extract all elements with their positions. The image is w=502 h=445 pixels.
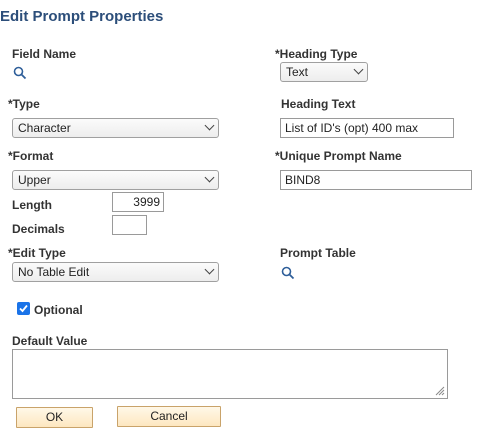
chevron-down-icon [353, 64, 364, 75]
heading-type-select[interactable]: Text [280, 62, 368, 82]
heading-text-input[interactable]: List of ID's (opt) 400 max [280, 118, 454, 138]
format-value: Upper [18, 173, 51, 187]
chevron-down-icon [204, 120, 215, 131]
chevron-down-icon [204, 264, 215, 275]
field-name-label: Field Name [12, 47, 77, 61]
edit-type-select[interactable]: No Table Edit [12, 262, 219, 282]
default-value-label: Default Value [12, 334, 88, 348]
type-select[interactable]: Character [12, 118, 219, 138]
prompt-table-lookup-icon[interactable] [281, 266, 295, 280]
unique-prompt-name-label: *Unique Prompt Name [275, 149, 402, 163]
ok-button[interactable]: OK [16, 407, 93, 428]
default-value-textarea[interactable] [12, 349, 448, 399]
heading-text-label: Heading Text [281, 97, 356, 111]
heading-type-label: *Heading Type [275, 47, 358, 61]
edit-type-label: *Edit Type [8, 246, 66, 260]
optional-label: Optional [34, 303, 83, 317]
checkmark-icon [19, 304, 28, 313]
edit-type-value: No Table Edit [18, 265, 90, 279]
type-label: *Type [8, 97, 40, 111]
length-label: Length [12, 198, 52, 212]
field-name-lookup-icon[interactable] [13, 66, 27, 80]
format-label: *Format [8, 149, 54, 163]
heading-type-value: Text [286, 65, 309, 79]
type-value: Character [18, 121, 71, 135]
dialog-title: Edit Prompt Properties [0, 8, 164, 25]
optional-checkbox[interactable] [17, 302, 30, 315]
resize-handle-icon[interactable] [435, 386, 445, 396]
unique-prompt-name-input[interactable]: BIND8 [280, 170, 472, 190]
chevron-down-icon [204, 172, 215, 183]
decimals-label: Decimals [12, 222, 65, 236]
prompt-table-label: Prompt Table [280, 246, 356, 260]
length-input[interactable]: 3999 [112, 192, 164, 212]
decimals-input[interactable] [112, 215, 147, 235]
format-select[interactable]: Upper [12, 170, 219, 190]
cancel-button[interactable]: Cancel [117, 406, 221, 427]
